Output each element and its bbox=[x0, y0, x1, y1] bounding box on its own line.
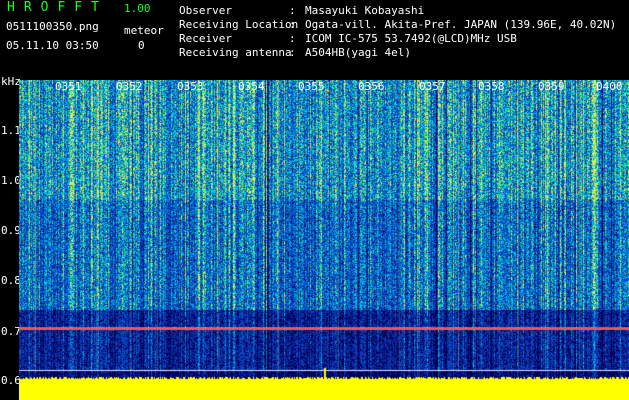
receiver-row: Receiver: ICOM IC-575 53.7492(@LCD)MHz US… bbox=[179, 32, 616, 46]
receiver-label: Receiver bbox=[179, 32, 232, 45]
frequency-tick-label: 0.9 bbox=[1, 224, 21, 237]
meteor-count: 0 bbox=[138, 39, 145, 52]
app-name: HROFFT bbox=[7, 0, 108, 15]
frequency-tick-label: 0.6 bbox=[1, 374, 21, 387]
frequency-axis: 1.1 1.0 0.9 0.8 0.7 0.6 bbox=[0, 80, 21, 400]
spectrogram bbox=[19, 80, 629, 400]
location-row: Receiving Location: Ogata-vill. Akita-Pre… bbox=[179, 18, 616, 32]
frequency-tick-label: 1.1 bbox=[1, 124, 21, 137]
time-tick-label: 0355 bbox=[298, 80, 325, 93]
date-time: 05.11.10 03:50 bbox=[6, 39, 99, 52]
time-tick-label: 0400 bbox=[596, 80, 623, 93]
observer-value: Masayuki Kobayashi bbox=[305, 4, 425, 17]
header-panel: HROFFT 1.00 0511100350.png meteor 05.11.… bbox=[0, 0, 629, 74]
observer-row: Observer: Masayuki Kobayashi bbox=[179, 4, 616, 18]
time-tick-label: 0352 bbox=[116, 80, 143, 93]
time-tick-label: 0359 bbox=[538, 80, 565, 93]
antenna-label: Receiving antenna bbox=[179, 46, 292, 59]
time-tick-label: 0353 bbox=[177, 80, 204, 93]
receiver-value: ICOM IC-575 53.7492(@LCD)MHz USB bbox=[305, 32, 517, 45]
antenna-value: A504HB(yagi 4el) bbox=[305, 46, 411, 59]
time-tick-label: 0354 bbox=[238, 80, 265, 93]
antenna-separator: : bbox=[289, 46, 296, 59]
frequency-tick-label: 1.0 bbox=[1, 174, 21, 187]
observer-label: Observer bbox=[179, 4, 232, 17]
time-tick-label: 0358 bbox=[478, 80, 505, 93]
location-label: Receiving Location bbox=[179, 18, 299, 31]
location-value: Ogata-vill. Akita-Pref. JAPAN (139.96E, … bbox=[305, 18, 617, 31]
antenna-row: Receiving antenna: A504HB(yagi 4el) bbox=[179, 46, 616, 60]
time-tick-label: 0356 bbox=[358, 80, 385, 93]
frequency-tick-label: 0.8 bbox=[1, 274, 21, 287]
location-separator: : bbox=[289, 18, 296, 31]
receiver-separator: : bbox=[289, 32, 296, 45]
observer-separator: : bbox=[289, 4, 296, 17]
time-tick-label: 0351 bbox=[55, 80, 82, 93]
app-version: 1.00 bbox=[124, 2, 151, 15]
frequency-tick-label: 0.7 bbox=[1, 325, 21, 338]
meteor-label: meteor bbox=[124, 24, 164, 37]
time-tick-label: 0357 bbox=[419, 80, 446, 93]
file-name: 0511100350.png bbox=[6, 20, 99, 33]
station-info: Observer: Masayuki Kobayashi Receiving Lo… bbox=[179, 4, 616, 60]
